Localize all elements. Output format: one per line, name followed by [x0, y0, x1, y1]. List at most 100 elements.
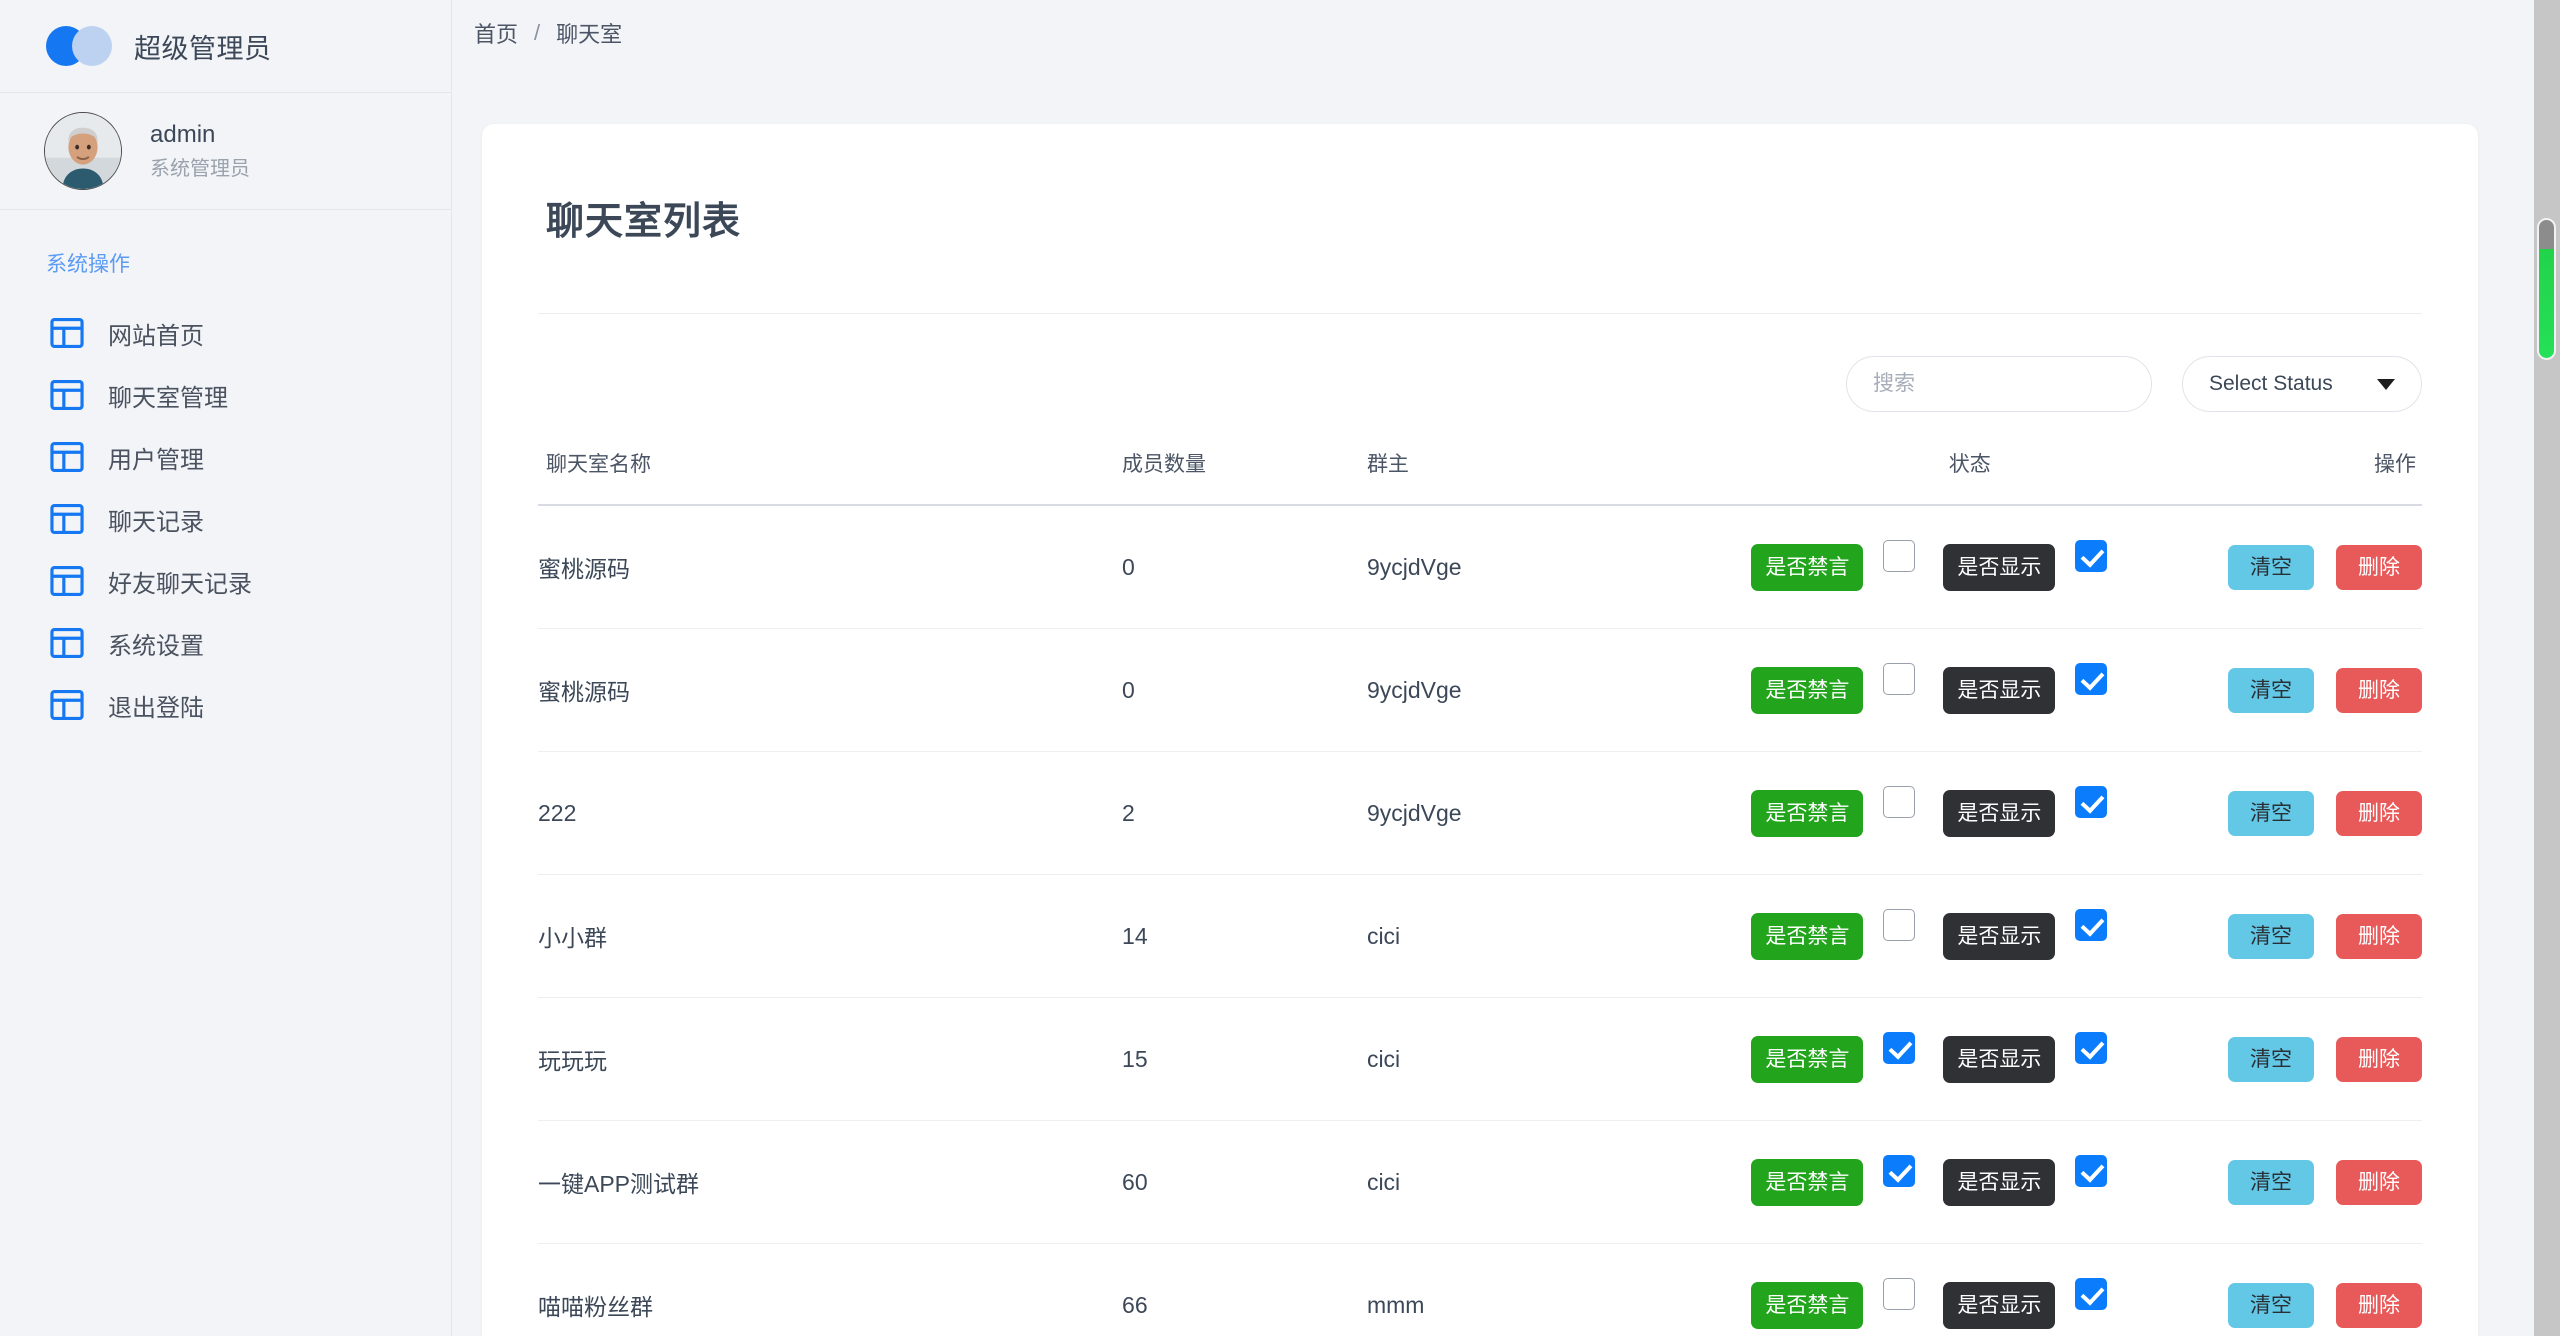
breadcrumb-separator: / — [534, 20, 541, 45]
clear-button[interactable]: 清空 — [2228, 544, 2314, 590]
table-body: 蜜桃源码 0 9ycjdVge 是否禁言 是否显示 清空 删除 蜜桃源码 0 9ycjdVge 是否… — [538, 505, 2422, 1336]
clear-button[interactable]: 清空 — [2228, 913, 2314, 959]
sidebar-item-label: 网站首页 — [108, 322, 204, 350]
mute-toggle-button[interactable]: 是否禁言 — [1751, 666, 1864, 714]
main-content: 首页 / 聊天室 聊天室列表 Select Status 聊天室名称 成员数 — [452, 0, 2560, 1336]
delete-button[interactable]: 删除 — [2336, 1036, 2422, 1082]
delete-button[interactable]: 删除 — [2336, 913, 2422, 959]
mute-toggle-button[interactable]: 是否禁言 — [1751, 789, 1864, 837]
clear-button[interactable]: 清空 — [2228, 1159, 2314, 1205]
chevron-down-icon — [2377, 378, 2395, 390]
cell-owner: 9ycjdVge — [1366, 505, 1782, 629]
brand-header[interactable]: 超级管理员 — [0, 0, 451, 93]
cell-owner: cici — [1366, 1120, 1782, 1244]
cell-owner: 9ycjdVge — [1366, 751, 1782, 875]
sidebar-nav: 系统操作 网站首页 聊天室管理 用户管理 聊天记录 好友聊天记录 系统设置 退出… — [0, 210, 451, 736]
clear-button[interactable]: 清空 — [2228, 790, 2314, 836]
delete-button[interactable]: 删除 — [2336, 544, 2422, 590]
sidebar-item-label: 系统设置 — [108, 632, 204, 660]
sidebar-item-1[interactable]: 网站首页 — [0, 302, 451, 364]
sidebar-item-6[interactable]: 系统设置 — [0, 612, 451, 674]
layout-panel-icon — [48, 686, 86, 724]
sidebar-item-label: 用户管理 — [108, 446, 204, 474]
mute-checkbox[interactable] — [1883, 1032, 1916, 1064]
mute-checkbox[interactable] — [1883, 1278, 1916, 1310]
cell-actions: 清空 删除 — [2158, 628, 2422, 752]
cell-status: 是否禁言 是否显示 — [1751, 628, 2159, 752]
th-count: 成员数量 — [1122, 453, 1207, 476]
cell-room-name: 222 — [538, 751, 1123, 875]
chatroom-list-card: 聊天室列表 Select Status 聊天室名称 成员数量 群主 状态 操作 — [482, 124, 2478, 1336]
sidebar-item-5[interactable]: 好友聊天记录 — [0, 550, 451, 612]
show-toggle-button[interactable]: 是否显示 — [1943, 912, 2056, 960]
layout-panel-icon — [48, 500, 86, 538]
clear-button[interactable]: 清空 — [2228, 1282, 2314, 1328]
show-toggle-button[interactable]: 是否显示 — [1943, 789, 2056, 837]
clear-button[interactable]: 清空 — [2228, 1036, 2314, 1082]
sidebar-item-4[interactable]: 聊天记录 — [0, 488, 451, 550]
mute-toggle-button[interactable]: 是否禁言 — [1751, 912, 1864, 960]
cell-status: 是否禁言 是否显示 — [1751, 874, 2159, 998]
show-checkbox[interactable] — [2075, 1155, 2108, 1187]
show-toggle-button[interactable]: 是否显示 — [1943, 1158, 2056, 1206]
table-row: 蜜桃源码 0 9ycjdVge 是否禁言 是否显示 清空 删除 — [538, 505, 2422, 629]
delete-button[interactable]: 删除 — [2336, 667, 2422, 713]
sidebar-item-2[interactable]: 聊天室管理 — [0, 364, 451, 426]
topbar: 首页 / 聊天室 — [452, 0, 2560, 66]
delete-button[interactable]: 删除 — [2336, 1282, 2422, 1328]
nav-list: 网站首页 聊天室管理 用户管理 聊天记录 好友聊天记录 系统设置 退出登陆 — [0, 302, 451, 736]
layout-panel-icon — [48, 314, 86, 352]
show-checkbox[interactable] — [2075, 786, 2108, 818]
delete-button[interactable]: 删除 — [2336, 790, 2422, 836]
search-input[interactable] — [1846, 356, 2152, 412]
cell-actions: 清空 删除 — [2158, 874, 2422, 998]
page-scrollbar-track[interactable] — [2534, 0, 2560, 1336]
show-checkbox[interactable] — [2075, 663, 2108, 695]
sidebar-item-3[interactable]: 用户管理 — [0, 426, 451, 488]
mute-checkbox[interactable] — [1883, 786, 1916, 818]
cell-room-name: 玩玩玩 — [538, 997, 1123, 1121]
sidebar-item-label: 聊天记录 — [108, 508, 204, 536]
mute-checkbox[interactable] — [1883, 663, 1916, 695]
show-checkbox[interactable] — [2075, 1278, 2108, 1310]
th-status: 状态 — [1948, 453, 1991, 476]
page-scrollbar-thumb[interactable] — [2537, 218, 2556, 360]
show-toggle-button[interactable]: 是否显示 — [1943, 543, 2056, 591]
table-row: 玩玩玩 15 cici 是否禁言 是否显示 清空 删除 — [538, 997, 2422, 1121]
cell-actions: 清空 删除 — [2158, 1243, 2422, 1336]
mute-checkbox[interactable] — [1883, 909, 1916, 941]
mute-toggle-button[interactable]: 是否禁言 — [1751, 543, 1864, 591]
mute-toggle-button[interactable]: 是否禁言 — [1751, 1281, 1864, 1329]
show-checkbox[interactable] — [2075, 540, 2108, 572]
mute-checkbox[interactable] — [1883, 1155, 1916, 1187]
layout-panel-icon — [48, 438, 86, 476]
breadcrumb-home[interactable]: 首页 — [474, 17, 518, 49]
cell-room-name: 蜜桃源码 — [538, 505, 1123, 629]
cell-room-name: 小小群 — [538, 874, 1123, 998]
th-action: 操作 — [2374, 453, 2416, 476]
sidebar-item-label: 退出登陆 — [108, 694, 204, 722]
mute-toggle-button[interactable]: 是否禁言 — [1751, 1158, 1864, 1206]
cell-status: 是否禁言 是否显示 — [1751, 1243, 2159, 1336]
status-filter-select[interactable]: Select Status — [2182, 356, 2422, 412]
mute-toggle-button[interactable]: 是否禁言 — [1751, 1035, 1864, 1083]
table-row: 蜜桃源码 0 9ycjdVge 是否禁言 是否显示 清空 删除 — [538, 628, 2422, 752]
table-row: 喵喵粉丝群 66 mmm 是否禁言 是否显示 清空 删除 — [538, 1243, 2422, 1336]
cell-member-count: 2 — [1122, 751, 1367, 875]
mute-checkbox[interactable] — [1883, 540, 1916, 572]
cell-actions: 清空 删除 — [2158, 751, 2422, 875]
profile-block[interactable]: admin 系统管理员 — [0, 93, 451, 210]
page-title: 聊天室列表 — [546, 201, 742, 243]
table-toolbar: Select Status — [538, 314, 2422, 412]
show-toggle-button[interactable]: 是否显示 — [1943, 666, 2056, 714]
sidebar-item-7[interactable]: 退出登陆 — [0, 674, 451, 736]
cell-actions: 清空 删除 — [2158, 997, 2422, 1121]
show-toggle-button[interactable]: 是否显示 — [1943, 1281, 2056, 1329]
show-toggle-button[interactable]: 是否显示 — [1943, 1035, 2056, 1083]
show-checkbox[interactable] — [2075, 909, 2108, 941]
cell-room-name: 蜜桃源码 — [538, 628, 1123, 752]
show-checkbox[interactable] — [2075, 1032, 2108, 1064]
clear-button[interactable]: 清空 — [2228, 667, 2314, 713]
brand-title: 超级管理员 — [134, 33, 272, 64]
delete-button[interactable]: 删除 — [2336, 1159, 2422, 1205]
